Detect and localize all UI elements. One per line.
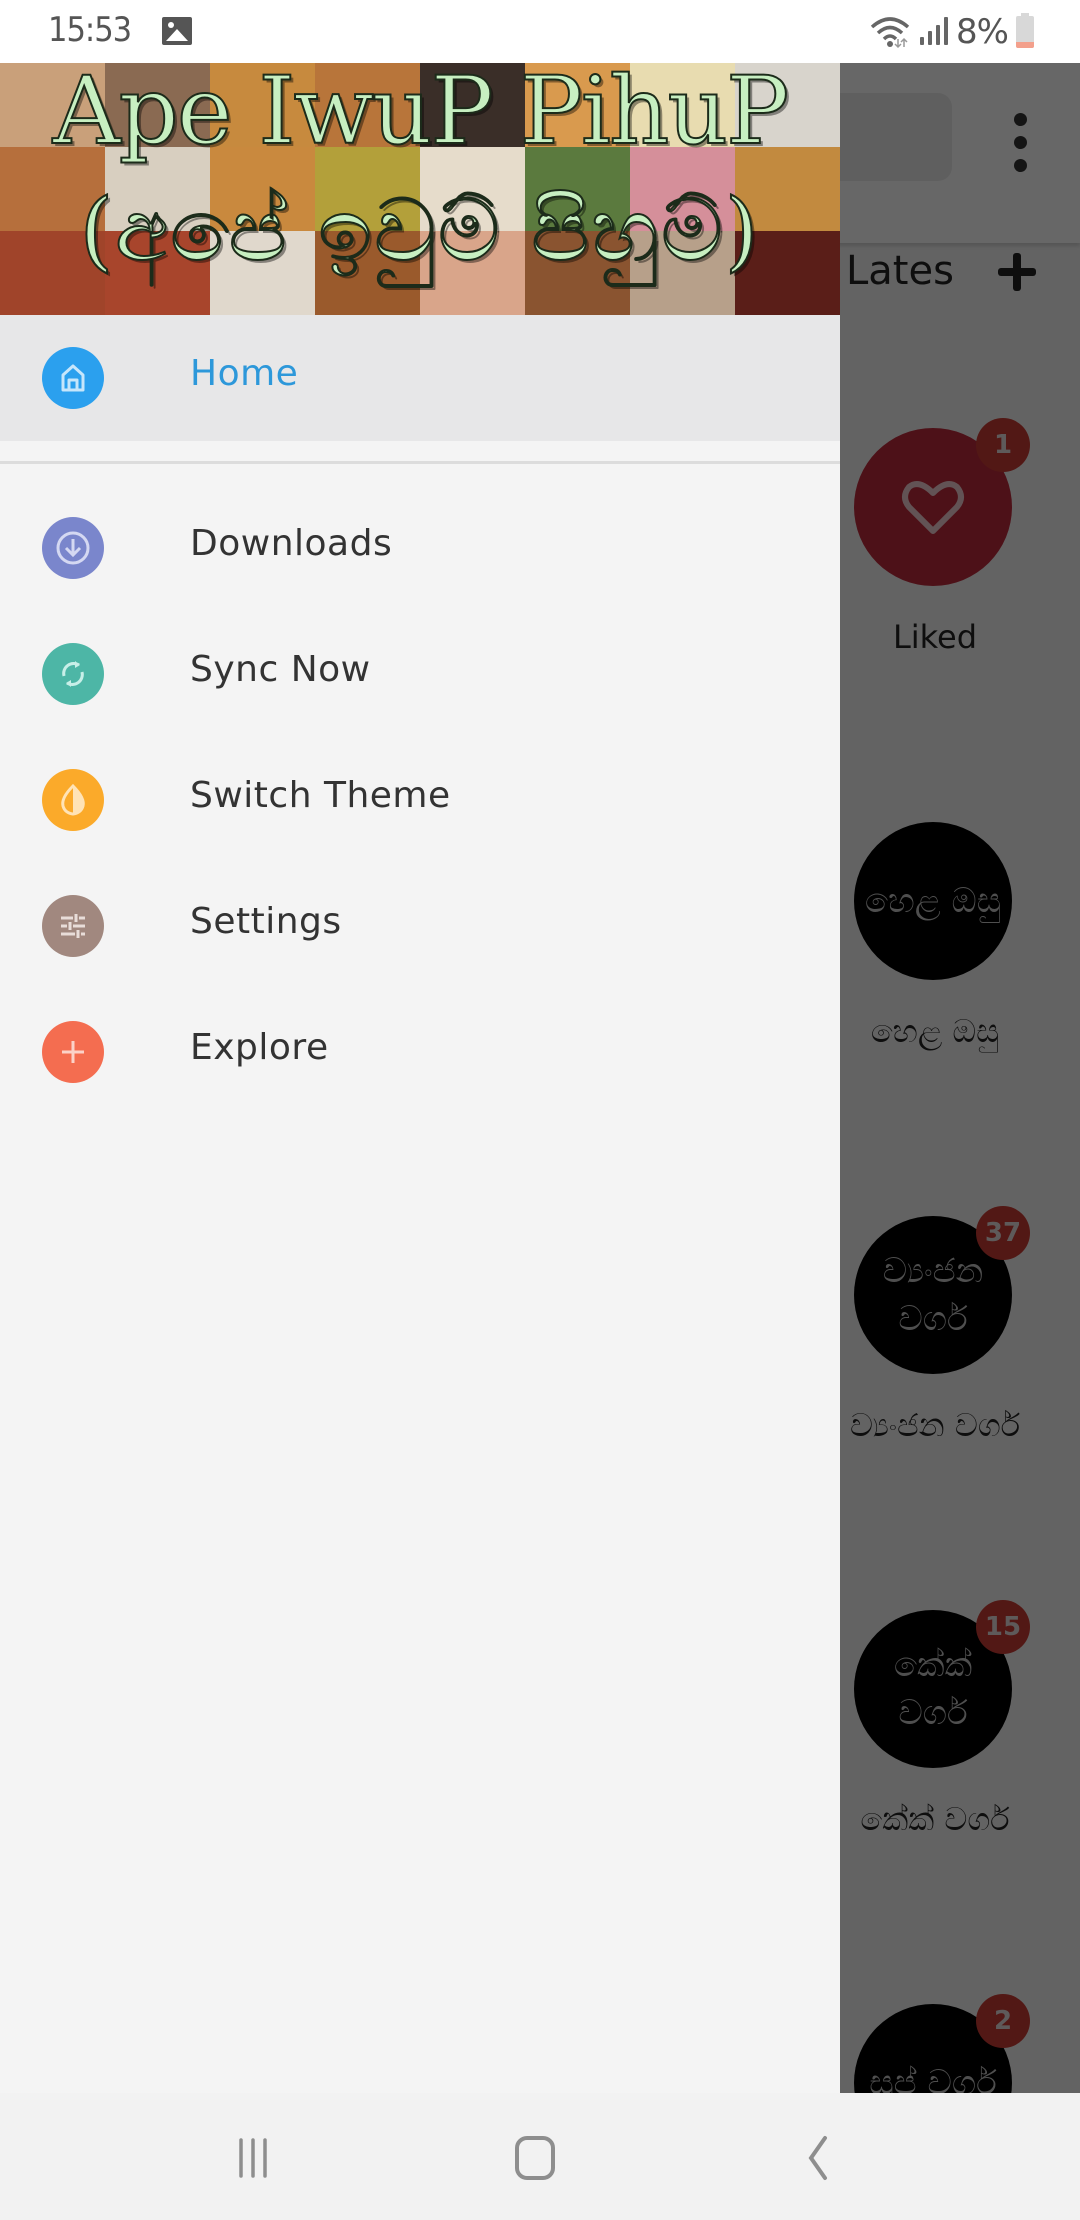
drawer-item-label: Home (190, 353, 299, 394)
drawer-item-sync-now[interactable]: Sync Now (0, 611, 840, 737)
drawer-item-downloads[interactable]: Downloads (0, 485, 840, 611)
drawer-divider (0, 461, 840, 464)
gallery-icon (162, 17, 192, 45)
navigation-drawer: Ape IwuP PihuP (අපේ ඉවුම් පිහුම්) Home D… (0, 63, 840, 2093)
home-icon (42, 347, 104, 409)
signal-icon (918, 17, 949, 47)
drawer-item-home[interactable]: Home (0, 315, 840, 441)
plus-icon (42, 1021, 104, 1083)
drawer-item-label: Sync Now (190, 649, 371, 690)
sync-icon (42, 643, 104, 705)
status-bar: 15:53 8% (0, 0, 1080, 63)
drawer-header: Ape IwuP PihuP (අපේ ඉවුම් පිහුම්) (0, 63, 840, 315)
drawer-item-switch-theme[interactable]: Switch Theme (0, 737, 840, 863)
battery-percent: 8% (956, 12, 1009, 52)
drawer-item-label: Settings (190, 901, 342, 942)
app-title: Ape IwuP PihuP (52, 63, 790, 167)
app-title-sinhala: (අපේ ඉවුම් පිහුම්) (79, 180, 761, 282)
recents-icon[interactable] (218, 2123, 288, 2193)
back-icon[interactable] (782, 2123, 852, 2193)
download-icon (42, 517, 104, 579)
status-time: 15:53 (48, 10, 132, 50)
drawer-item-explore[interactable]: Explore (0, 989, 840, 1115)
drawer-item-label: Explore (190, 1027, 329, 1068)
wifi-icon (870, 15, 910, 49)
drawer-item-label: Switch Theme (190, 775, 451, 816)
theme-icon (42, 769, 104, 831)
sliders-icon (42, 895, 104, 957)
drawer-item-settings[interactable]: Settings (0, 863, 840, 989)
system-nav-bar (0, 2093, 1080, 2220)
status-icons: 8% (870, 10, 1034, 54)
drawer-item-label: Downloads (190, 523, 393, 564)
home-button-icon[interactable] (500, 2123, 570, 2193)
battery-icon (1016, 13, 1034, 48)
